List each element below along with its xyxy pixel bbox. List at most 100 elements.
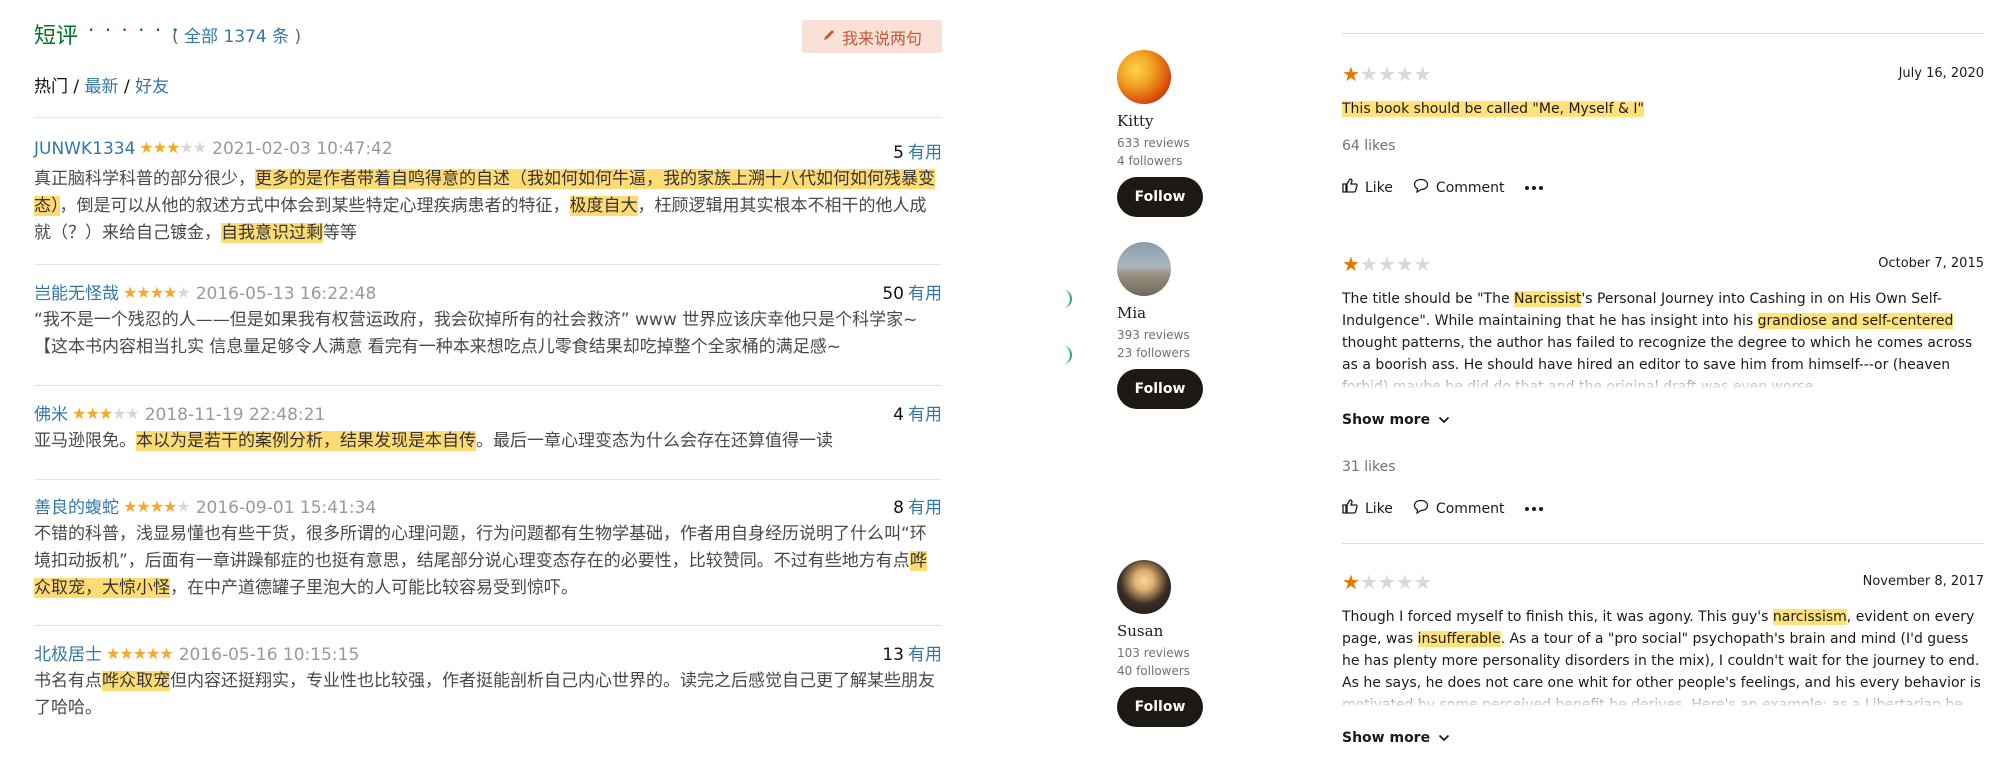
review-count: 103 reviews (1117, 646, 1190, 660)
star-empty-icon: ★ (1377, 62, 1396, 86)
avatar[interactable] (1117, 560, 1171, 614)
follow-button[interactable]: Follow (1117, 687, 1203, 727)
filter-separator: / (68, 77, 85, 97)
all-reviews-link[interactable]: 全部 1374 条 (184, 27, 289, 47)
review-timestamp: 2016-05-16 10:15:15 (178, 645, 360, 665)
reviewer-name[interactable]: Susan (1117, 622, 1227, 640)
comment-bubble-icon (1413, 499, 1429, 518)
review-timestamp: 2016-05-13 16:22:48 (195, 284, 377, 304)
star-filled-icon: ★ (85, 404, 99, 423)
pencil-icon (822, 27, 836, 46)
follow-button[interactable]: Follow (1117, 177, 1203, 217)
review-item: 岂能无怪哉 ★★★★★ 2016-05-13 16:22:48 50 有用 “我不是一个残… (34, 279, 942, 361)
reviewer-name[interactable]: 岂能无怪哉 (34, 284, 119, 304)
text-segment: 但内容还挺翔实，专业性也比较强，作者挺能剖析自己内心世界的。读完之后感觉自己更了… (34, 671, 935, 718)
comment-bubble-icon (1413, 178, 1429, 197)
reviewer-profile: Mia 393 reviews 23 followers (1117, 242, 1227, 362)
follow-button[interactable]: Follow (1117, 369, 1203, 409)
star-empty-icon: ★ (1359, 252, 1378, 276)
star-empty-icon: ★ (176, 283, 190, 302)
useful-button[interactable]: 有用 (908, 498, 942, 518)
chevron-down-icon (1438, 412, 1450, 428)
review-header: JUNWK1334 ★★★★★ 2021-02-03 10:47:42 5 有用 (34, 138, 942, 164)
star-filled-icon: ★ (149, 283, 164, 302)
review-timestamp: 2018-11-19 22:48:21 (144, 405, 326, 425)
avatar[interactable] (1117, 50, 1171, 104)
vote-count: 8 有用 (893, 493, 942, 518)
comment-button[interactable]: Comment (1413, 178, 1505, 197)
review-header: 岂能无怪哉 ★★★★★ 2016-05-13 16:22:48 50 有用 (34, 279, 942, 305)
like-button[interactable]: Like (1342, 499, 1393, 518)
filter-latest[interactable]: 最新 (85, 77, 119, 97)
review-item: 北极居士 ★★★★★ 2016-05-16 10:15:15 13 有用 书名有点哗众取宠… (34, 640, 942, 722)
write-review-button[interactable]: 我来说两句 (802, 20, 942, 53)
thumbs-up-icon (1342, 499, 1358, 518)
review-text: This book should be called "Me, Myself &… (1342, 98, 1984, 120)
rating-stars: ★★★★★ (123, 497, 191, 516)
divider-arc (1062, 290, 1072, 308)
reviewer-name[interactable]: JUNWK1334 (34, 139, 135, 159)
rating-stars: ★★★★★ (139, 138, 207, 157)
text-segment: 。最后一章心理变态为什么会存在还算值得一读 (476, 431, 833, 451)
highlighted-phrase: This book should be called "Me, Myself &… (1342, 101, 1644, 117)
reviewer-profile: Kitty 633 reviews 4 followers (1117, 50, 1227, 170)
like-button[interactable]: Like (1342, 178, 1393, 197)
text-segment: 等等 (323, 223, 357, 243)
reviewer-name[interactable]: Mia (1117, 304, 1227, 322)
useful-button[interactable]: 有用 (908, 405, 942, 425)
vote-count: 4 有用 (893, 400, 942, 425)
useful-button[interactable]: 有用 (908, 143, 942, 163)
show-more-button[interactable]: Show more (1342, 730, 1450, 746)
review-filters: 热门 / 最新 / 好友 (34, 72, 169, 97)
highlighted-phrase: Narcissist (1514, 291, 1582, 307)
filter-friends[interactable]: 好友 (135, 77, 169, 97)
reviewer-name[interactable]: 善良的蝮蛇 (34, 498, 119, 518)
filter-hot[interactable]: 热门 (34, 77, 68, 97)
star-empty-icon: ★ (1359, 62, 1378, 86)
review-divider (1342, 33, 1984, 34)
reviewer-name[interactable]: 佛米 (34, 405, 68, 425)
text-fade-overlay (1342, 686, 1984, 708)
review-timestamp: 2021-02-03 10:47:42 (212, 139, 393, 159)
review-divider (1342, 543, 1984, 544)
star-filled-icon: ★ (119, 644, 133, 663)
star-filled-icon: ★ (146, 644, 160, 663)
useful-button[interactable]: 有用 (908, 284, 942, 304)
more-options-icon[interactable] (1524, 185, 1543, 190)
count-open-paren: ( (172, 27, 179, 47)
reviewer-name[interactable]: Kitty (1117, 112, 1227, 130)
review-timestamp: 2016-09-01 15:41:34 (195, 498, 377, 518)
review-text: 书名有点哗众取宠但内容还挺翔实，专业性也比较强，作者挺能剖析自己内心世界的。读完… (34, 668, 942, 722)
section-title: 短评 (34, 24, 79, 49)
text-segment: ，在中产道德罐子里泡大的人可能比较容易受到惊吓。 (170, 578, 578, 598)
rating-stars: ★★★★★ (1342, 570, 1432, 594)
vote-number: 4 (893, 405, 904, 425)
star-empty-icon: ★ (1413, 570, 1432, 594)
more-options-icon[interactable] (1524, 506, 1543, 511)
highlighted-phrase: insufferable (1417, 631, 1501, 647)
text-segment: 书名有点 (34, 671, 102, 691)
star-filled-icon: ★ (159, 644, 173, 663)
like-label: Like (1365, 500, 1393, 517)
review-header: 北极居士 ★★★★★ 2016-05-16 10:15:15 13 有用 (34, 640, 942, 666)
vote-number: 5 (893, 143, 904, 163)
useful-button[interactable]: 有用 (908, 645, 942, 665)
reviewer-stats: 633 reviews 4 followers (1117, 134, 1227, 170)
avatar[interactable] (1117, 242, 1171, 296)
rating-stars: ★★★★★ (123, 283, 191, 302)
comment-button[interactable]: Comment (1413, 499, 1505, 518)
douban-short-reviews-panel: 短评 · · · · · · ( 全部 1374 条 ) 我来说两句 热门 / … (0, 0, 960, 763)
review-text: 真正脑科学科普的部分很少，更多的是作者带着自鸣得意的自述（我如何如何牛逼，我的家… (34, 166, 942, 247)
text-segment: The title should be "The (1342, 291, 1515, 307)
star-empty-icon: ★ (179, 138, 193, 157)
star-empty-icon: ★ (125, 404, 139, 423)
reviewer-name[interactable]: 北极居士 (34, 645, 102, 665)
star-empty-icon: ★ (1395, 62, 1414, 86)
show-more-button[interactable]: Show more (1342, 412, 1450, 428)
reviewer-profile: Susan 103 reviews 40 followers (1117, 560, 1227, 680)
star-empty-icon: ★ (176, 497, 190, 516)
review-divider (34, 479, 942, 480)
star-filled-icon: ★ (132, 644, 147, 663)
star-filled-icon: ★ (123, 497, 137, 516)
comment-label: Comment (1435, 500, 1505, 517)
